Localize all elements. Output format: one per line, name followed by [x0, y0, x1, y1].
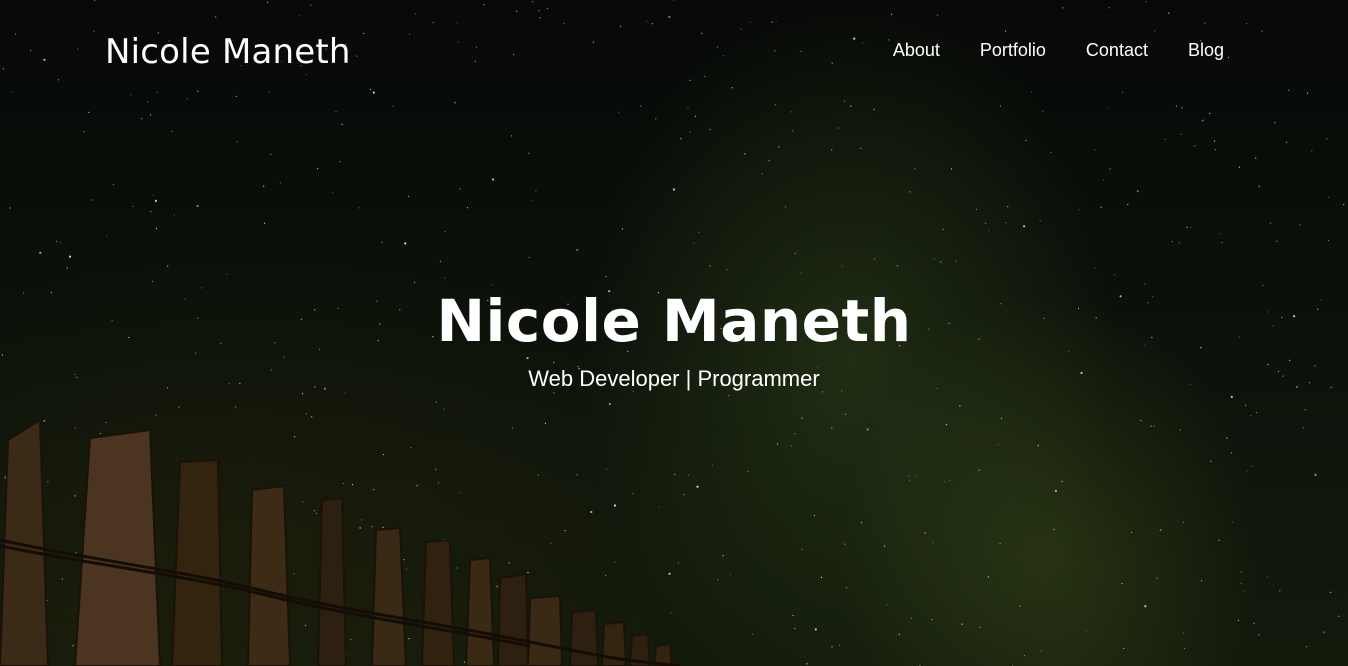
nav-link-blog[interactable]: Blog — [1188, 40, 1224, 60]
nav-menu: About Portfolio Contact Blog — [893, 38, 1224, 62]
brand-logo-link[interactable]: Nicole Maneth — [105, 31, 351, 73]
nav-link-about[interactable]: About — [893, 40, 940, 60]
top-navigation: Nicole Maneth About Portfolio Contact Bl… — [0, 0, 1348, 100]
nav-item-blog: Blog — [1188, 38, 1224, 62]
nav-link-portfolio[interactable]: Portfolio — [980, 40, 1046, 60]
hero-title: Nicole Maneth — [436, 287, 912, 355]
hero-section: Nicole Maneth About Portfolio Contact Bl… — [0, 0, 1348, 666]
nav-item-portfolio: Portfolio — [980, 38, 1046, 62]
hero-text-block: Nicole Maneth Web Developer | Programmer — [0, 282, 1348, 394]
hero-subtitle: Web Developer | Programmer — [528, 366, 820, 391]
nav-link-contact[interactable]: Contact — [1086, 40, 1148, 60]
nav-item-about: About — [893, 38, 940, 62]
nav-item-contact: Contact — [1086, 38, 1148, 62]
